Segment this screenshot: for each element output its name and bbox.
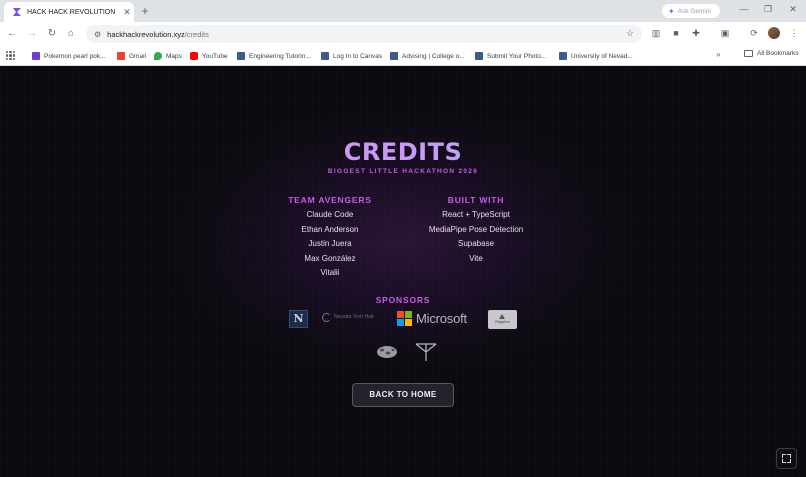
maximize-button[interactable]: ❐ — [761, 4, 775, 15]
apps-grid-icon[interactable] — [6, 51, 15, 60]
tech-ring-icon — [322, 313, 331, 322]
cast-icon[interactable]: ▣ — [719, 27, 731, 39]
site-favicon-icon — [13, 8, 21, 16]
team-member: Vitalii — [320, 268, 340, 277]
home-icon[interactable]: ⌂ — [64, 27, 78, 41]
pokemon-favicon-icon — [32, 52, 40, 60]
page-title: CREDITS — [0, 138, 806, 166]
mountain-icon — [499, 314, 505, 319]
sponsors-heading: SPONSORS — [375, 295, 431, 305]
ask-gemini-button[interactable]: ✦ Ask Gemini — [662, 4, 720, 18]
profile-avatar[interactable] — [768, 27, 780, 39]
site-info-icon[interactable]: ⚙ — [94, 30, 101, 39]
bookmark-label: Log In to Canvas — [333, 52, 383, 60]
back-icon[interactable]: ← — [5, 27, 19, 41]
tech-item: Vite — [469, 253, 483, 263]
bookmark-item[interactable]: Advising | College o... — [390, 50, 465, 62]
forward-icon[interactable]: → — [25, 27, 39, 41]
browser-toolbar: ← → ↻ ⌂ ⚙ hackhackrevolution.xyz/credits… — [0, 22, 806, 46]
ridgeline-text: Ridgeline — [495, 320, 510, 324]
sponsor-logo-microsoft: Microsoft — [397, 311, 467, 326]
gemini-spark-icon: ✦ — [668, 6, 675, 16]
bookmark-item[interactable]: Gmail — [117, 50, 146, 62]
tab-title: HACK HACK REVOLUTION — [27, 8, 116, 16]
minimize-button[interactable]: — — [737, 4, 751, 14]
sponsor-logo-n: N — [289, 310, 308, 328]
reload-icon[interactable]: ↻ — [45, 27, 59, 41]
menu-kebab-icon[interactable]: ⋮ — [788, 27, 800, 39]
address-bar[interactable]: ⚙ hackhackrevolution.xyz/credits ☆ — [86, 25, 642, 43]
bookmarks-overflow-icon[interactable]: » — [716, 50, 720, 59]
page-favicon-icon — [559, 52, 567, 60]
bookmark-item[interactable]: YouTube — [190, 50, 228, 62]
built-with-section: BUILT WITH React + TypeScript MediaPipe … — [386, 194, 566, 266]
close-window-button[interactable]: ✕ — [786, 4, 800, 15]
youtube-icon — [190, 52, 198, 60]
tech-item: Supabase — [457, 239, 495, 248]
bookmark-label: Pokemon pearl pok... — [44, 52, 106, 60]
page-favicon-icon — [321, 52, 329, 60]
built-with-heading: BUILT WITH — [447, 195, 505, 205]
tech-item: MediaPipe Pose Detection — [428, 224, 524, 234]
microsoft-wordmark: Microsoft — [416, 311, 467, 326]
all-bookmarks-button[interactable]: All Bookmarks — [744, 50, 799, 57]
page-favicon-icon — [390, 52, 398, 60]
active-tab[interactable]: HACK HACK REVOLUTION ✕ — [4, 2, 134, 22]
bookmarks-bar: Pokemon pearl pok... Gmail Maps YouTube … — [0, 46, 806, 66]
bookmark-label: Submit Your Photo... — [487, 52, 547, 60]
bookmark-item[interactable]: Maps — [154, 50, 182, 62]
url-host: hackhackrevolution.xyz — [107, 29, 185, 39]
url-path: /credits — [184, 29, 209, 39]
maps-icon — [154, 52, 162, 60]
microsoft-squares-icon — [397, 311, 412, 326]
gmail-icon — [117, 52, 125, 60]
bookmark-item[interactable]: Submit Your Photo... — [475, 50, 546, 62]
bookmark-label: University of Nevad... — [571, 52, 633, 60]
fullscreen-icon[interactable] — [776, 448, 797, 469]
page-favicon-icon — [237, 52, 245, 60]
page-subtitle: BIGGEST LITTLE HACKATHON 2026 — [327, 168, 479, 175]
folder-icon — [744, 50, 753, 57]
bookmark-item[interactable]: University of Nevad... — [559, 50, 633, 62]
bookmark-label: Advising | College o... — [402, 52, 465, 60]
bookmark-item[interactable]: Engineering Tutorin... — [237, 50, 311, 62]
all-bookmarks-label: All Bookmarks — [757, 50, 799, 57]
tech-item: React + TypeScript — [442, 210, 510, 219]
tech-hub-text: Nevada Tech Hub — [334, 314, 374, 320]
new-tab-button[interactable]: + — [139, 4, 151, 18]
tab-close-icon[interactable]: ✕ — [120, 7, 134, 18]
tab-strip: HACK HACK REVOLUTION ✕ + ✦ Ask Gemini — … — [0, 0, 806, 22]
bookmark-label: YouTube — [202, 52, 228, 60]
sponsor-logo-tri-icon — [415, 343, 437, 361]
gemini-label: Ask Gemini — [677, 7, 711, 15]
extension-dark-icon[interactable]: ■ — [670, 27, 682, 39]
bookmark-label: Gmail — [129, 52, 146, 60]
bookmark-label: Maps — [166, 52, 182, 60]
sync-icon[interactable]: ⟳ — [748, 27, 760, 39]
bookmark-star-icon[interactable]: ☆ — [626, 28, 634, 39]
bookmark-item[interactable]: Log In to Canvas — [321, 50, 382, 62]
puzzle-extensions-icon[interactable]: ✚ — [690, 27, 702, 39]
back-to-home-button[interactable]: BACK TO HOME — [352, 383, 454, 407]
browser-chrome: HACK HACK REVOLUTION ✕ + ✦ Ask Gemini — … — [0, 0, 806, 66]
sponsor-logo-ridgeline: Ridgeline — [488, 310, 517, 329]
bookmark-label: Engineering Tutorin... — [249, 52, 311, 60]
credits-page: CREDITS BIGGEST LITTLE HACKATHON 2026 TE… — [0, 66, 806, 477]
page-favicon-icon — [475, 52, 483, 60]
sponsor-logo-tech-hub: Nevada Tech Hub — [322, 313, 374, 322]
extension-icon[interactable]: ▥ — [650, 27, 662, 39]
sponsor-logo-blob-icon — [377, 346, 397, 358]
bookmark-item[interactable]: Pokemon pearl pok... — [32, 50, 105, 62]
